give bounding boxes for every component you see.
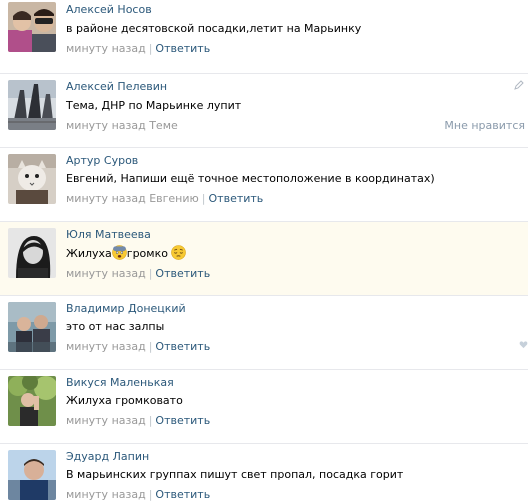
comment-meta: минуту назад | Ответить — [66, 414, 210, 427]
reply-button[interactable]: Ответить — [155, 414, 210, 427]
separator: | — [148, 340, 153, 353]
comments-feed: Алексей Носов в районе десятовской посад… — [0, 0, 528, 503]
comment-item: Артур Суров Евгений, Напиши ещё точное м… — [0, 148, 528, 222]
comment-meta: минуту назад | Ответить — [66, 340, 210, 353]
comment-meta: минуту назад | Ответить — [66, 42, 210, 55]
comment-meta: минуту назад | Ответить — [66, 488, 210, 501]
avatar[interactable] — [8, 302, 56, 352]
comment-time[interactable]: минуту назад — [66, 42, 146, 55]
separator: | — [148, 267, 153, 280]
comment-text-part: громко — [126, 247, 168, 260]
comment-author[interactable]: Алексей Носов — [66, 3, 152, 16]
comment-text: Жилуха громко — [66, 245, 187, 260]
comment-meta: минуту назад | Ответить — [66, 267, 210, 280]
separator: | — [148, 414, 153, 427]
comment-author[interactable]: Владимир Донецкий — [66, 302, 186, 315]
reply-button[interactable]: Ответить — [155, 488, 210, 501]
comment-meta: минуту назад Евгению | Ответить — [66, 192, 263, 205]
comment-item: Алексей Пелевин Тема, ДНР по Марьинке лу… — [0, 74, 528, 148]
comment-time[interactable]: минуту назад — [66, 488, 146, 501]
comment-time[interactable]: минуту назад — [66, 267, 146, 280]
pensive-face-icon — [171, 245, 187, 260]
separator: | — [201, 192, 206, 205]
comment-item: Викуся Маленькая Жилуха громковато минут… — [0, 370, 528, 444]
separator: | — [148, 42, 153, 55]
comment-text: Тема, ДНР по Марьинке лупит — [66, 99, 242, 112]
comment-meta: минуту назад Теме — [66, 119, 178, 132]
avatar[interactable] — [8, 80, 56, 130]
comment-text-part: Жилуха — [66, 247, 112, 260]
comment-author[interactable]: Викуся Маленькая — [66, 376, 174, 389]
comment-text: это от нас залпы — [66, 320, 165, 333]
comment-time[interactable]: минуту назад — [66, 119, 146, 132]
like-button[interactable]: Мне нравится — [444, 119, 525, 132]
comment-time[interactable]: минуту назад — [66, 340, 146, 353]
comment-text: В марьинских группах пишут свет пропал, … — [66, 468, 404, 481]
comment-time[interactable]: минуту назад — [66, 192, 146, 205]
comment-item: Алексей Носов в районе десятовской посад… — [0, 0, 528, 74]
avatar[interactable] — [8, 450, 56, 500]
comment-author[interactable]: Юля Матвеева — [66, 228, 151, 241]
separator: | — [148, 488, 153, 501]
comment-text: Жилуха громковато — [66, 394, 183, 407]
avatar[interactable] — [8, 154, 56, 204]
edit-icon[interactable] — [514, 80, 524, 90]
comment-text: в районе десятовской посадки,летит на Ма… — [66, 22, 362, 35]
comment-author[interactable]: Эдуард Лапин — [66, 450, 149, 463]
comment-item: Юля Матвеева Жилуха громко минуту назад |… — [0, 222, 528, 296]
heart-icon[interactable] — [519, 340, 528, 349]
comment-item: Владимир Донецкий это от нас залпы минут… — [0, 296, 528, 370]
reply-button[interactable]: Ответить — [209, 192, 264, 205]
comment-author[interactable]: Артур Суров — [66, 154, 138, 167]
comment-author[interactable]: Алексей Пелевин — [66, 80, 167, 93]
comment-item: Эдуард Лапин В марьинских группах пишут … — [0, 444, 528, 503]
fearful-face-icon — [111, 245, 127, 260]
avatar[interactable] — [8, 228, 56, 278]
reply-button[interactable]: Ответить — [155, 340, 210, 353]
reply-button[interactable]: Ответить — [155, 267, 210, 280]
reply-to[interactable]: Теме — [149, 119, 178, 132]
comment-text: Евгений, Напиши ещё точное местоположени… — [66, 172, 435, 185]
avatar[interactable] — [8, 2, 56, 52]
reply-button[interactable]: Ответить — [155, 42, 210, 55]
avatar[interactable] — [8, 376, 56, 426]
reply-to[interactable]: Евгению — [149, 192, 199, 205]
comment-time[interactable]: минуту назад — [66, 414, 146, 427]
